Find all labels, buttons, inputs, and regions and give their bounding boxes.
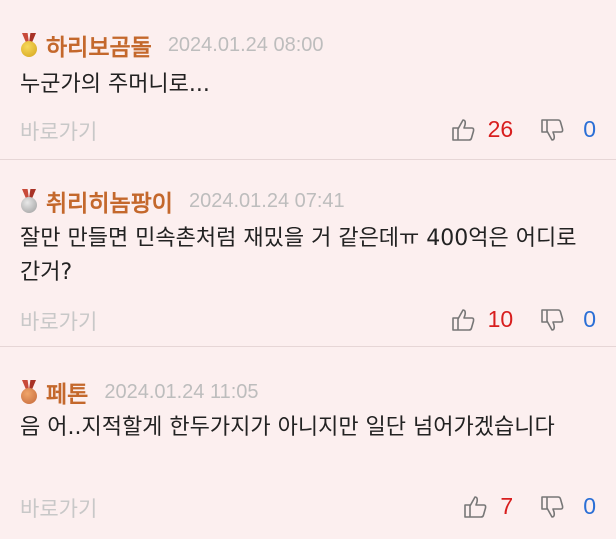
thumbs-down-icon[interactable] [539, 307, 565, 333]
thumbs-down-icon[interactable] [539, 117, 565, 143]
shortcut-link[interactable]: 바로가기 [20, 306, 97, 336]
shortcut-link[interactable]: 바로가기 [20, 116, 97, 146]
downvote-count: 0 [583, 306, 596, 332]
vote-group: 7 0 [462, 493, 596, 520]
comment-header: 페톤 2024.01.24 11:05 [20, 375, 259, 409]
comment-text: 음 어..지적할게 한두가지가 아니지만 일단 넘어가겠습니다 [20, 415, 555, 440]
downvote-count: 0 [583, 493, 596, 519]
comment-header: 하리보곰돌 2024.01.24 08:00 [20, 28, 324, 62]
thumbs-up-icon[interactable] [450, 307, 476, 333]
comment-timestamp: 2024.01.24 08:00 [167, 33, 324, 56]
comment-author[interactable]: 하리보곰돌 [46, 28, 152, 62]
shortcut-link[interactable]: 바로가기 [20, 493, 97, 523]
comment-text: 잘만 만들면 민속촌처럼 재밌을 거 같은데ㅠ 400억은 어디로 간거? [20, 226, 577, 285]
upvote-count: 10 [487, 306, 514, 332]
comment-author[interactable]: 취리히놈팡이 [46, 184, 173, 218]
comment-author[interactable]: 페톤 [46, 375, 88, 409]
bronze-medal-icon [20, 380, 38, 404]
comment-text: 누군가의 주머니로... [20, 72, 210, 97]
upvote-count: 26 [487, 116, 514, 142]
gold-medal-icon [20, 33, 38, 57]
thumbs-up-icon[interactable] [450, 117, 476, 143]
downvote-count: 0 [583, 116, 596, 142]
comment-header: 취리히놈팡이 2024.01.24 07:41 [20, 184, 345, 218]
vote-group: 26 0 [450, 116, 596, 143]
thumbs-down-icon[interactable] [539, 494, 565, 520]
vote-group: 10 0 [450, 306, 596, 333]
thumbs-up-icon[interactable] [462, 494, 488, 520]
comment-timestamp: 2024.01.24 07:41 [188, 189, 345, 212]
comment-item: 페톤 2024.01.24 11:05 음 어..지적할게 한두가지가 아니지만… [0, 347, 616, 539]
comment-timestamp: 2024.01.24 11:05 [104, 380, 259, 403]
comment-item: 하리보곰돌 2024.01.24 08:00 누군가의 주머니로... 바로가기… [0, 0, 616, 160]
upvote-count: 7 [500, 493, 514, 519]
comment-item: 취리히놈팡이 2024.01.24 07:41 잘만 만들면 민속촌처럼 재밌을… [0, 160, 616, 347]
silver-medal-icon [20, 189, 38, 213]
